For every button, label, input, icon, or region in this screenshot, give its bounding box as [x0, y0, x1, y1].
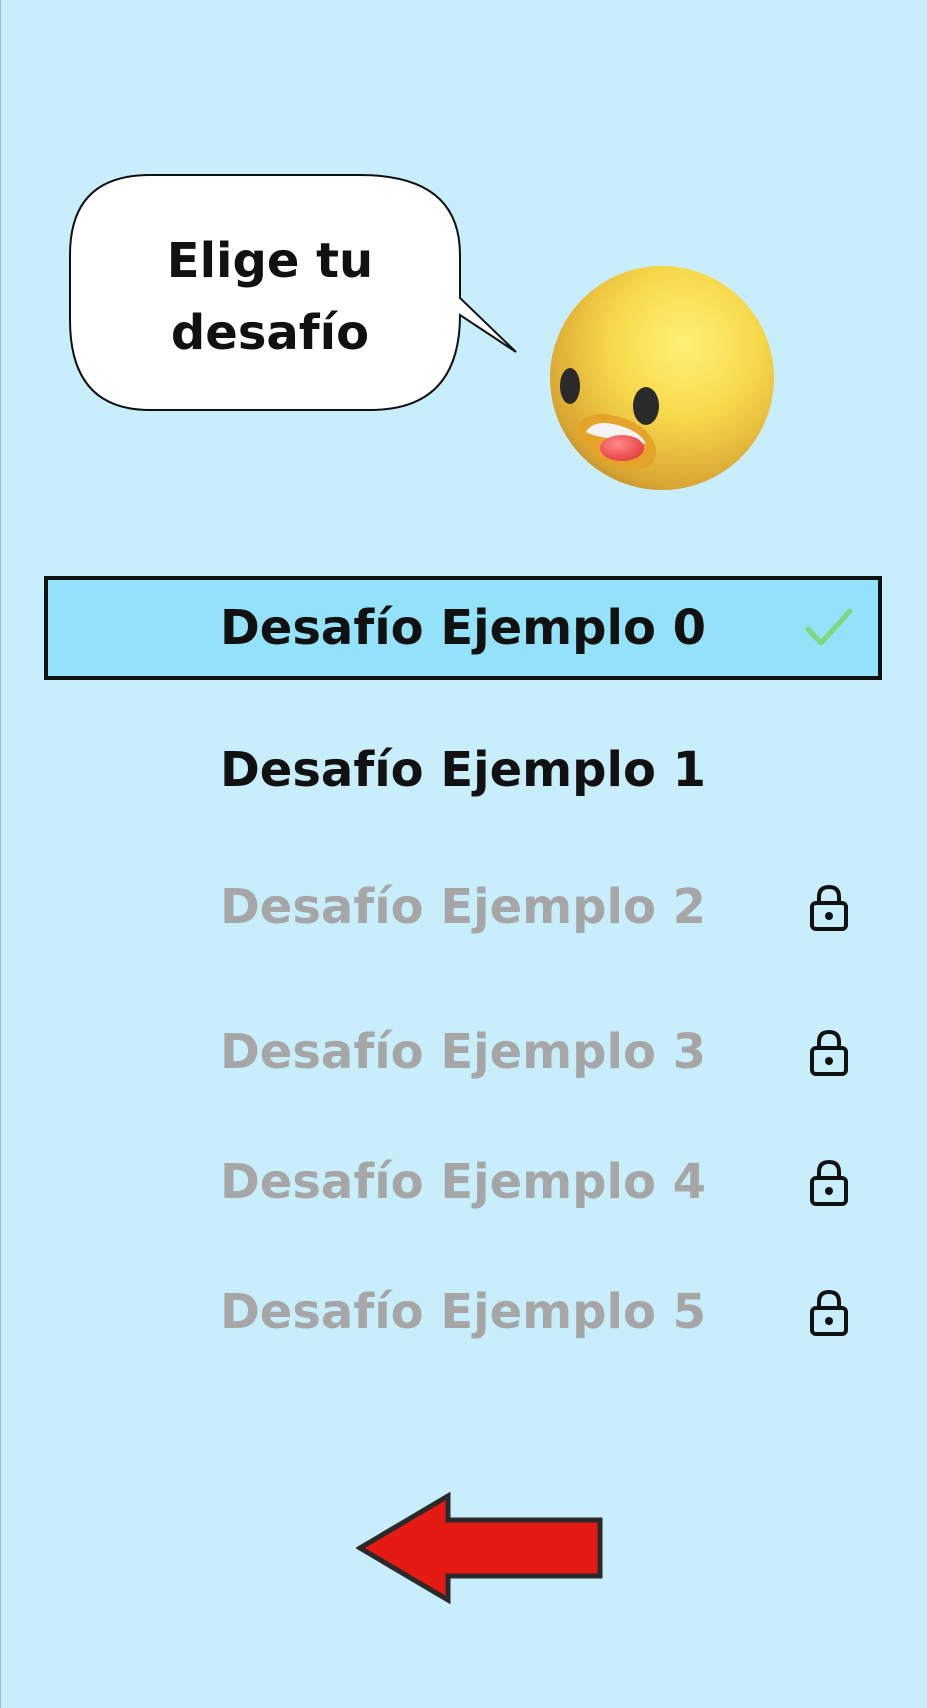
challenge-item-3[interactable]: Desafío Ejemplo 3 — [44, 1000, 882, 1104]
left-arrow-icon — [355, 1491, 603, 1605]
lock-icon — [810, 1029, 848, 1076]
challenge-item-5[interactable]: Desafío Ejemplo 5 — [44, 1260, 882, 1364]
challenge-label: Desafío Ejemplo 4 — [219, 1154, 707, 1210]
challenge-item-0[interactable]: Desafío Ejemplo 0 — [44, 576, 882, 680]
lock-icon — [810, 1289, 848, 1336]
challenge-item-4[interactable]: Desafío Ejemplo 4 — [44, 1130, 882, 1234]
challenge-item-2[interactable]: Desafío Ejemplo 2 — [44, 855, 882, 959]
surprised-emoji-icon — [548, 264, 776, 492]
check-icon — [805, 608, 853, 646]
lock-icon — [810, 884, 848, 931]
challenge-label: Desafío Ejemplo 0 — [219, 600, 707, 656]
challenge-label: Desafío Ejemplo 1 — [219, 742, 707, 798]
frame-edge — [0, 0, 1, 1708]
bubble-line-1: Elige tu — [166, 233, 374, 289]
speech-bubble: Elige tu desafío — [40, 160, 540, 420]
bubble-line-2: desafío — [170, 305, 370, 361]
back-button[interactable] — [355, 1491, 606, 1605]
challenge-label: Desafío Ejemplo 2 — [219, 879, 707, 935]
challenge-item-1[interactable]: Desafío Ejemplo 1 — [44, 718, 882, 822]
challenge-label: Desafío Ejemplo 3 — [219, 1024, 707, 1080]
lock-icon — [810, 1159, 848, 1206]
speech-bubble-text: Elige tu desafío — [70, 225, 470, 369]
challenge-label: Desafío Ejemplo 5 — [219, 1284, 707, 1340]
